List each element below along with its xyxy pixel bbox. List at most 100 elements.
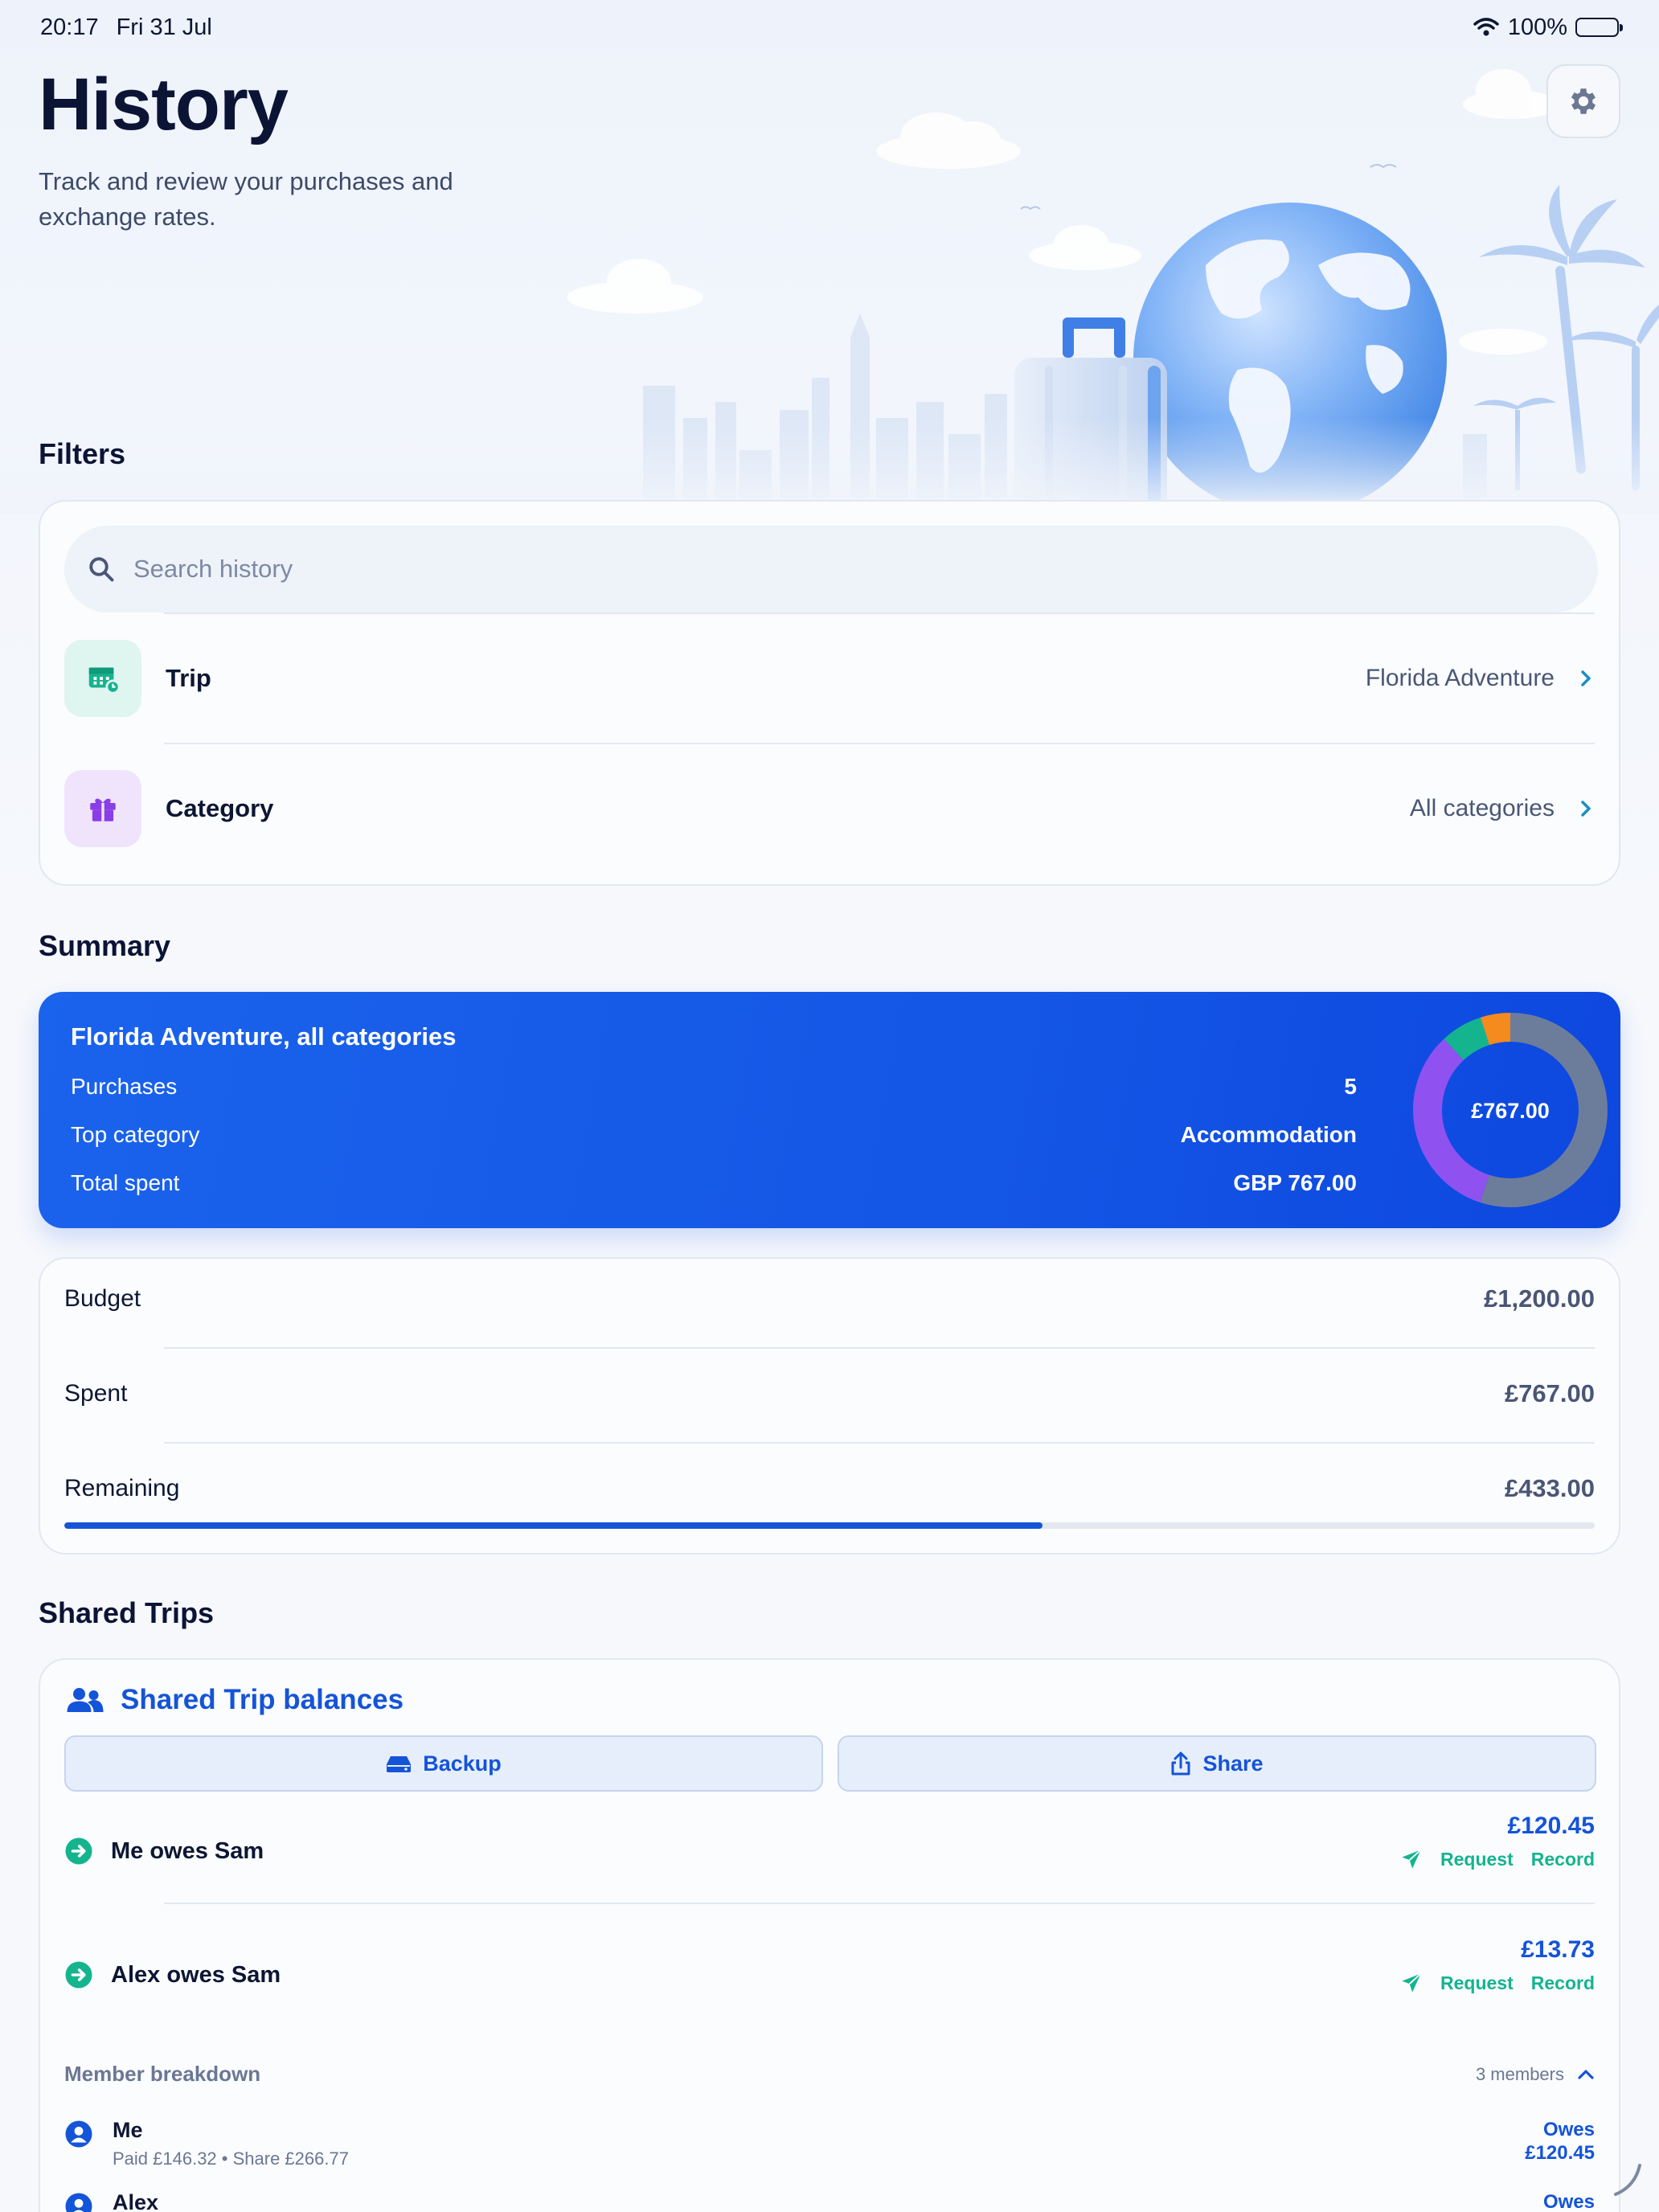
request-button[interactable]: Request: [1400, 1848, 1514, 1870]
member-status: Owes: [1543, 2190, 1595, 2212]
page-title: History: [39, 63, 289, 145]
spent-value: £767.00: [1504, 1379, 1595, 1407]
gift-icon: [90, 798, 116, 821]
budget-label: Budget: [64, 1285, 141, 1312]
category-filter-row[interactable]: Category All categories: [64, 760, 1595, 857]
group-icon: [67, 1688, 104, 1712]
summary-row-label: Top category: [71, 1122, 200, 1147]
spent-label: Spent: [64, 1380, 128, 1407]
member-status-label: Owes: [1542, 2191, 1595, 2212]
member-status-label: Owes: [1542, 2119, 1595, 2140]
category-icon-tile: [64, 770, 141, 847]
member-name: Me: [113, 2118, 143, 2142]
wifi-icon: [1473, 18, 1499, 36]
debt-amount: £13.73: [1521, 1936, 1595, 1963]
status-time: 20:17: [40, 14, 99, 40]
battery-percent: 100%: [1507, 14, 1567, 40]
remaining-label: Remaining: [64, 1475, 180, 1501]
search-input[interactable]: [133, 555, 1419, 584]
summary-row-value: Accommodation: [1180, 1122, 1357, 1147]
divider: [164, 743, 1595, 744]
member-breakdown-title: Member breakdown: [64, 2062, 261, 2086]
share-label: Share: [1202, 1751, 1264, 1776]
calendar-icon: [88, 667, 121, 694]
budget-progress-fill: [64, 1522, 1043, 1529]
history-screen: 20:17 Fri 31 Jul 100% History Track and …: [0, 0, 1659, 2212]
record-button[interactable]: Record: [1531, 1849, 1595, 1870]
member-status: Owes £120.45: [1525, 2118, 1595, 2165]
gear-icon: [1571, 88, 1596, 114]
send-icon: [1402, 1972, 1422, 1993]
person-circle-icon: [65, 2193, 92, 2212]
summary-row-label: Purchases: [71, 1074, 178, 1099]
member-count: 3 members: [1476, 2064, 1595, 2085]
debt-amount: £120.45: [1507, 1813, 1595, 1839]
summary-row-label: Total spent: [71, 1170, 180, 1195]
request-label: Request: [1440, 1972, 1514, 1993]
record-button[interactable]: Record: [1531, 1972, 1595, 1994]
debt-actions: Request Record: [1400, 1848, 1595, 1870]
search-bar[interactable]: [64, 526, 1598, 612]
arrow-right-circle-icon: [65, 1837, 92, 1865]
page-subtitle: Track and review your purchases and exch…: [39, 167, 453, 231]
trip-icon-tile: [64, 640, 141, 717]
summary-heading: Summary: [39, 929, 171, 962]
member-detail: Paid £146.32 • Share £266.77: [113, 2149, 349, 2169]
divider: [164, 1442, 1595, 1444]
category-label: Category: [166, 794, 274, 822]
summary-row-total-spent: Total spent GBP 767.00: [71, 1170, 1357, 1196]
chevron-right-icon: [1577, 800, 1595, 817]
status-date: Fri 31 Jul: [116, 14, 212, 40]
trip-label: Trip: [166, 664, 211, 692]
drive-icon: [387, 1756, 412, 1772]
backup-button[interactable]: Backup: [64, 1735, 823, 1792]
donut-center-label: £767.00: [1471, 1099, 1550, 1123]
share-button[interactable]: Share: [838, 1735, 1596, 1792]
summary-card: Florida Adventure, all categories Purcha…: [39, 992, 1620, 1228]
member-name: Alex: [113, 2190, 159, 2212]
battery-icon: [1575, 18, 1623, 37]
status-bar: 20:17 Fri 31 Jul 100%: [40, 11, 1623, 43]
share-icon: [1171, 1751, 1190, 1776]
person-circle-icon: [65, 2120, 92, 2148]
budget-progress-bar: [64, 1522, 1595, 1529]
summary-row-purchases: Purchases 5: [71, 1074, 1357, 1100]
shared-trips-heading: Shared Trips: [39, 1596, 215, 1629]
trip-filter-row[interactable]: Trip Florida Adventure: [64, 630, 1595, 727]
member-breakdown-header[interactable]: Member breakdown 3 members: [64, 2062, 1595, 2087]
budget-row: Budget £1,200.00: [64, 1284, 1595, 1313]
shared-trips-card: Shared Trip balances Backup Share Me owe…: [39, 1658, 1620, 2212]
remaining-row: Remaining £433.00: [64, 1474, 1595, 1503]
debt-description: Alex owes Sam: [64, 1960, 281, 1989]
debt-text: Alex owes Sam: [111, 1961, 281, 1988]
search-icon: [89, 557, 114, 582]
divider: [164, 612, 1595, 614]
summary-row-top-category: Top category Accommodation: [71, 1122, 1357, 1148]
spent-row: Spent £767.00: [64, 1379, 1595, 1408]
category-value: All categories: [1409, 795, 1555, 821]
summary-card-title: Florida Adventure, all categories: [71, 1022, 457, 1051]
debt-actions: Request Record: [1400, 1972, 1595, 1994]
scroll-indicator-icon: [1614, 2164, 1641, 2196]
request-label: Request: [1440, 1848, 1514, 1870]
divider: [164, 1903, 1595, 1904]
send-icon: [1402, 1849, 1422, 1869]
request-button[interactable]: Request: [1400, 1972, 1514, 1994]
filters-heading: Filters: [39, 437, 126, 470]
trip-value: Florida Adventure: [1365, 665, 1555, 691]
summary-row-value: GBP 767.00: [1233, 1170, 1357, 1195]
settings-button[interactable]: [1546, 64, 1620, 138]
budget-card: Budget £1,200.00 Spent £767.00 Remaining…: [39, 1257, 1620, 1555]
debt-text: Me owes Sam: [111, 1837, 264, 1864]
summary-row-value: 5: [1344, 1074, 1357, 1099]
chevron-up-icon: [1578, 2069, 1594, 2079]
backup-label: Backup: [423, 1751, 502, 1776]
spending-donut-chart: £767.00: [1413, 1013, 1608, 1207]
status-right: 100%: [1473, 14, 1623, 41]
filters-card: Trip Florida Adventure Category All cate…: [39, 500, 1620, 886]
remaining-value: £433.00: [1504, 1474, 1595, 1502]
budget-value: £1,200.00: [1484, 1284, 1595, 1313]
debt-row: Me owes Sam £120.45 Request Record: [64, 1813, 1595, 1909]
member-status-amount: £120.45: [1525, 2142, 1595, 2164]
arrow-right-circle-icon: [65, 1961, 92, 1989]
